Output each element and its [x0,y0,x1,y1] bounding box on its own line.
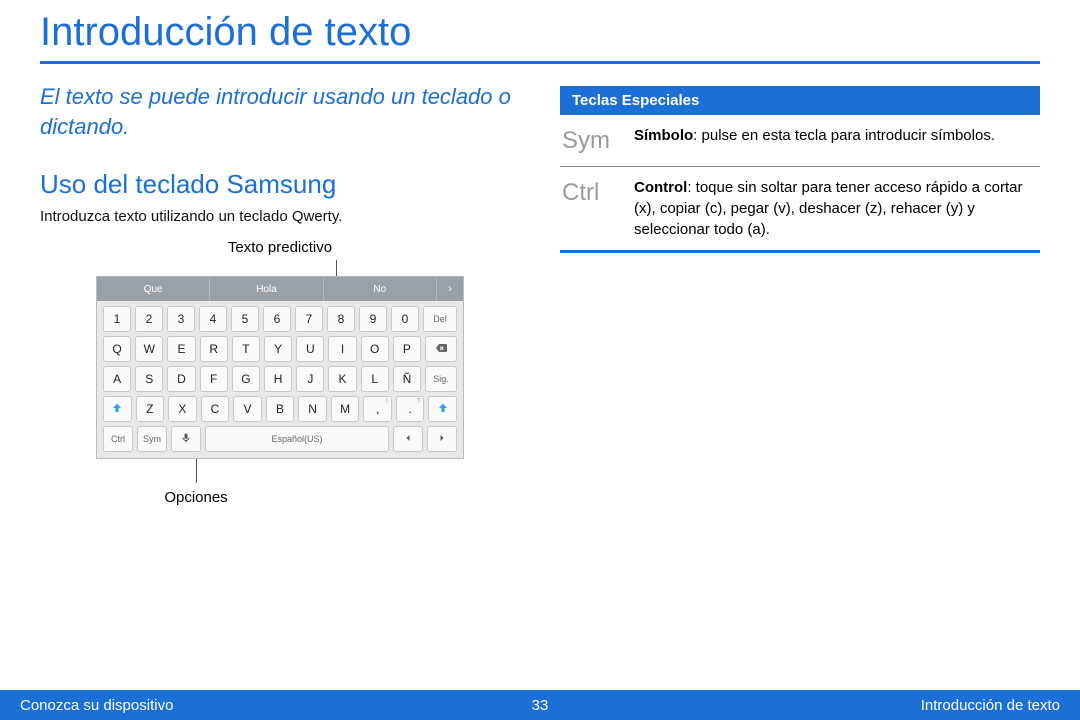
suggestion-item: Hola [210,277,323,301]
key-o: O [361,336,389,362]
keyboard-illustration: Que Hola No › 1 2 3 4 5 6 7 [96,276,464,459]
key-options [171,426,201,452]
left-column: El texto se puede introducir usando un t… [40,82,520,506]
key-2: 2 [135,306,163,332]
key-del: Del [423,306,457,332]
key-3: 3 [167,306,195,332]
key-k: K [328,366,356,392]
key-q: Q [103,336,131,362]
key-8: 8 [327,306,355,332]
key-p: P [393,336,421,362]
caret-right-icon [436,432,448,447]
key-y: Y [264,336,292,362]
footer-right: Introducción de texto [921,697,1060,714]
bottom-row: Ctrl Sym Español(US) [103,426,457,452]
shift-up-icon [111,402,123,417]
key-space: Español(US) [205,426,389,452]
key-6: 6 [263,306,291,332]
key-i: I [328,336,356,362]
section-body: Introduzca texto utilizando un teclado Q… [40,208,520,225]
number-row: 1 2 3 4 5 6 7 8 9 0 Del [103,306,457,332]
qwerty-row-1: Q W E R T Y U I O P [103,336,457,362]
key-r: R [200,336,228,362]
key-c: C [201,396,230,422]
key-s: S [135,366,163,392]
key-shift-right [428,396,457,422]
key-f: F [200,366,228,392]
key-h: H [264,366,292,392]
suggestions-more-icon: › [437,277,463,301]
backspace-icon [435,342,447,356]
key-backspace [425,336,457,362]
key-n: N [298,396,327,422]
caret-left-icon [402,432,414,447]
footer-page-number: 33 [532,697,549,714]
key-comma: ,! [363,396,392,422]
shift-up-icon [437,402,449,417]
special-key-glyph-sym: Sym [562,125,622,156]
key-b: B [266,396,295,422]
leader-line-top [336,260,337,276]
special-key-glyph-ctrl: Ctrl [562,177,622,208]
key-4: 4 [199,306,227,332]
key-e: E [167,336,195,362]
key-d: D [167,366,195,392]
key-period: .? [396,396,425,422]
page-footer: Conozca su dispositivo 33 Introducción d… [0,690,1080,720]
qwerty-row-2: A S D F G H J K L Ñ Sig. [103,366,457,392]
right-column: Teclas Especiales Sym Símbolo: pulse en … [560,82,1040,506]
leader-line-bottom [196,459,197,483]
footer-left: Conozca su dispositivo [20,697,173,714]
key-sym: Sym [137,426,167,452]
key-m: M [331,396,360,422]
section-heading: Uso del teclado Samsung [40,169,520,200]
key-shift-left [103,396,132,422]
key-j: J [296,366,324,392]
key-0: 0 [391,306,419,332]
key-u: U [296,336,324,362]
key-1: 1 [103,306,131,332]
key-9: 9 [359,306,387,332]
callout-options: Opciones [164,489,227,506]
key-a: A [103,366,131,392]
special-key-desc: Control: toque sin soltar para tener acc… [634,177,1034,240]
special-keys-header: Teclas Especiales [560,86,1040,115]
key-7: 7 [295,306,323,332]
suggestion-item: Que [97,277,210,301]
microphone-icon [180,432,192,447]
key-sig: Sig. [425,366,457,392]
key-enye: Ñ [393,366,421,392]
key-ctrl: Ctrl [103,426,133,452]
special-key-row: Ctrl Control: toque sin soltar para tene… [560,167,1040,253]
key-t: T [232,336,260,362]
key-arrow-left [393,426,423,452]
key-x: X [168,396,197,422]
suggestion-bar: Que Hola No › [97,277,463,301]
key-w: W [135,336,163,362]
intro-text: El texto se puede introducir usando un t… [40,82,520,141]
key-5: 5 [231,306,259,332]
key-v: V [233,396,262,422]
key-l: L [361,366,389,392]
qwerty-row-3: Z X C V B N M ,! .? [103,396,457,422]
special-key-desc: Símbolo: pulse en esta tecla para introd… [634,125,995,146]
key-z: Z [136,396,165,422]
callout-predictive-text: Texto predictivo [228,239,332,256]
special-key-row: Sym Símbolo: pulse en esta tecla para in… [560,115,1040,167]
suggestion-item: No [324,277,437,301]
page-title: Introducción de texto [40,10,1040,64]
key-arrow-right [427,426,457,452]
key-g: G [232,366,260,392]
